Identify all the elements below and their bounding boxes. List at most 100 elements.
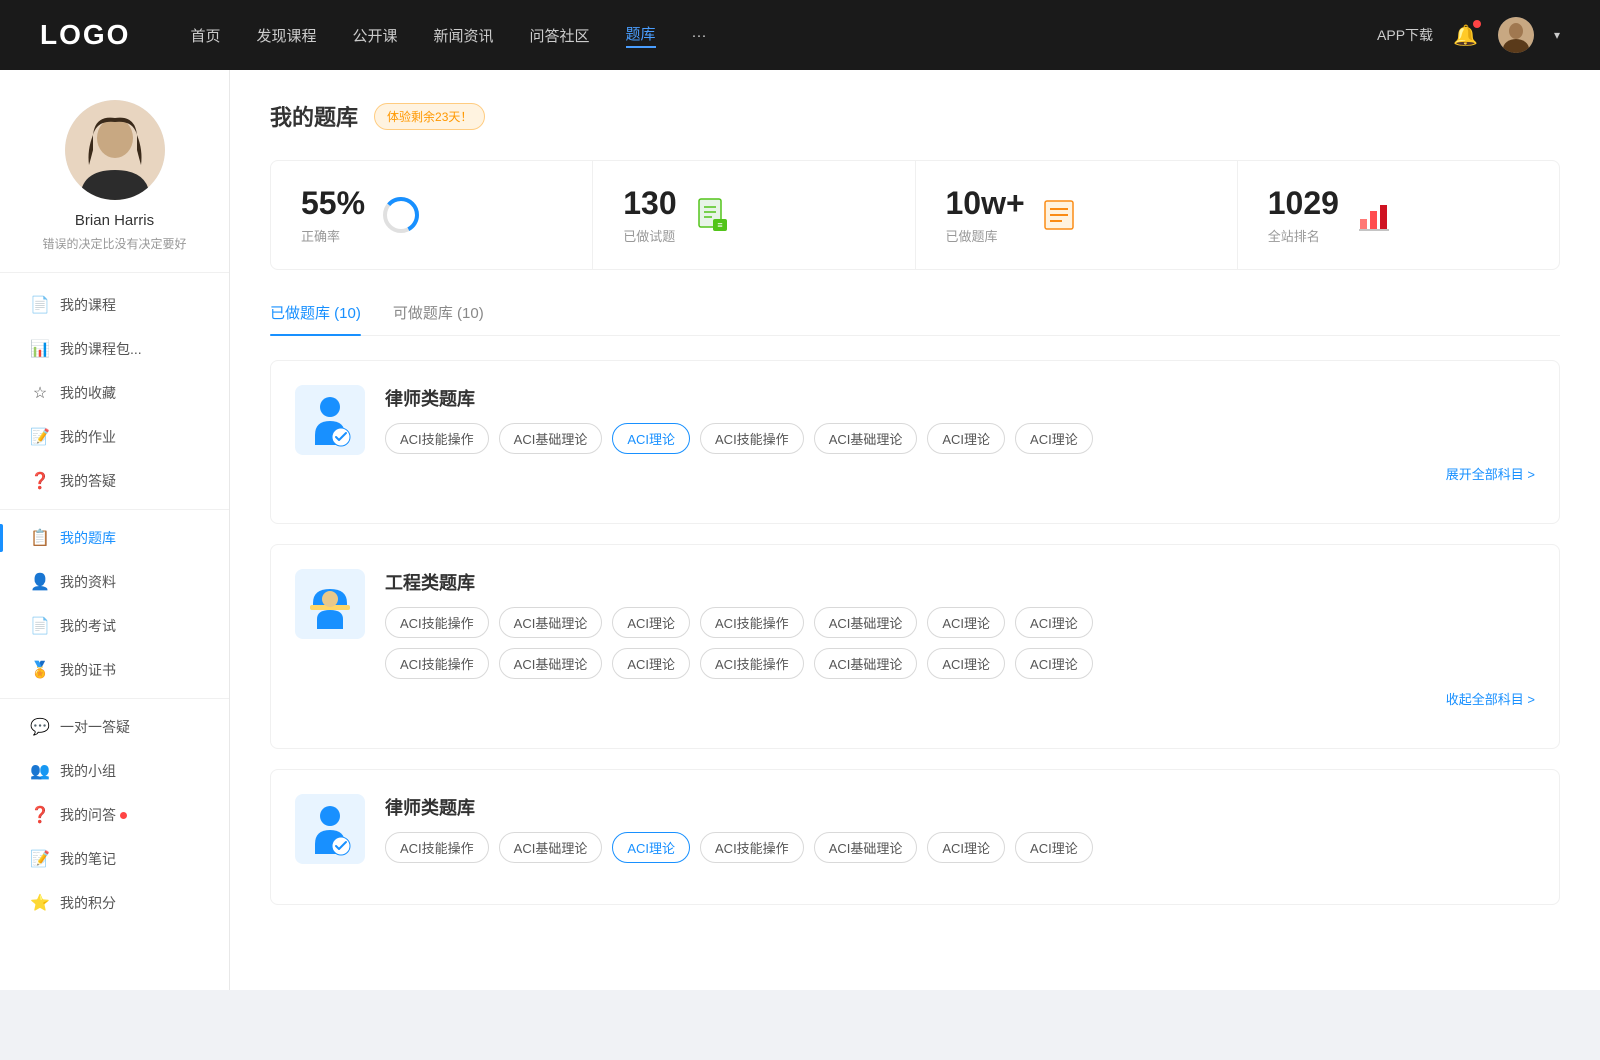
tag-1-3[interactable]: ACI技能操作 xyxy=(700,607,804,638)
exam-icon: 📄 xyxy=(30,616,50,636)
bar-chart-icon xyxy=(1355,195,1395,235)
chevron-down-icon[interactable]: ▾ xyxy=(1554,28,1560,42)
nav-news[interactable]: 新闻资讯 xyxy=(434,25,494,46)
doc-icon: ≡ xyxy=(693,195,733,235)
sidebar-item-favorites[interactable]: ☆ 我的收藏 xyxy=(0,371,229,415)
tag-2-0[interactable]: ACI技能操作 xyxy=(385,832,489,863)
tag-2-5[interactable]: ACI理论 xyxy=(927,832,1005,863)
lawyer-icon-2 xyxy=(295,794,365,864)
tag-0-6[interactable]: ACI理论 xyxy=(1015,423,1093,454)
tag-1-6[interactable]: ACI理论 xyxy=(1015,607,1093,638)
sidebar-item-qbank[interactable]: 📋 我的题库 xyxy=(0,516,229,560)
bell-icon: 🔔 xyxy=(1453,25,1478,47)
navbar: LOGO 首页 发现课程 公开课 新闻资讯 问答社区 题库 ··· APP下载 … xyxy=(0,0,1600,70)
sidebar-item-group[interactable]: 👥 我的小组 xyxy=(0,749,229,793)
qa-icon: ❓ xyxy=(30,471,50,491)
tag-2-1[interactable]: ACI基础理论 xyxy=(499,832,603,863)
tag-0-2[interactable]: ACI理论 xyxy=(612,423,690,454)
qbank-card-1: 工程类题库 ACI技能操作 ACI基础理论 ACI理论 ACI技能操作 ACI基… xyxy=(270,544,1560,749)
sidebar-item-course[interactable]: 📄 我的课程 xyxy=(0,283,229,327)
sidebar-item-cert[interactable]: 🏅 我的证书 xyxy=(0,648,229,692)
tag-2-6[interactable]: ACI理论 xyxy=(1015,832,1093,863)
trial-badge: 体验剩余23天！ xyxy=(374,103,485,130)
qbank-icon: 📋 xyxy=(30,528,50,548)
tag-1-r2-4[interactable]: ACI基础理论 xyxy=(814,648,918,679)
expand-link-0[interactable]: 展开全部科目 > xyxy=(385,464,1535,483)
tabs-row: 已做题库 (10) 可做题库 (10) xyxy=(270,302,1560,336)
qbank-card-0: 律师类题库 ACI技能操作 ACI基础理论 ACI理论 ACI技能操作 ACI基… xyxy=(270,360,1560,524)
tag-1-0[interactable]: ACI技能操作 xyxy=(385,607,489,638)
qbank-card-2-header: 律师类题库 ACI技能操作 ACI基础理论 ACI理论 ACI技能操作 ACI基… xyxy=(295,794,1535,864)
sidebar-item-points[interactable]: ⭐ 我的积分 xyxy=(0,881,229,925)
nav-home[interactable]: 首页 xyxy=(190,25,220,46)
sidebar-item-exam[interactable]: 📄 我的考试 xyxy=(0,604,229,648)
nav-qbank[interactable]: 题库 xyxy=(626,23,656,48)
nav-opencourse[interactable]: 公开课 xyxy=(352,25,397,46)
qbank-tags-0: ACI技能操作 ACI基础理论 ACI理论 ACI技能操作 ACI基础理论 AC… xyxy=(385,423,1535,454)
nav-menu: 首页 发现课程 公开课 新闻资讯 问答社区 题库 ··· xyxy=(190,23,1377,48)
sidebar: Brian Harris 错误的决定比没有决定要好 📄 我的课程 📊 我的课程包… xyxy=(0,70,230,990)
tag-1-r2-0[interactable]: ACI技能操作 xyxy=(385,648,489,679)
profile-icon: 👤 xyxy=(30,572,50,592)
sidebar-item-qa[interactable]: ❓ 我的答疑 xyxy=(0,459,229,503)
engineer-icon-1 xyxy=(295,569,365,639)
profile-avatar[interactable] xyxy=(65,100,165,200)
sidebar-item-notes[interactable]: 📝 我的笔记 xyxy=(0,837,229,881)
tag-1-r2-3[interactable]: ACI技能操作 xyxy=(700,648,804,679)
nav-qa[interactable]: 问答社区 xyxy=(530,25,590,46)
tag-0-0[interactable]: ACI技能操作 xyxy=(385,423,489,454)
sidebar-item-profile[interactable]: 👤 我的资料 xyxy=(0,560,229,604)
stat-accuracy-label: 正确率 xyxy=(301,226,365,245)
tag-2-3[interactable]: ACI技能操作 xyxy=(700,832,804,863)
tag-0-3[interactable]: ACI技能操作 xyxy=(700,423,804,454)
nav-discover[interactable]: 发现课程 xyxy=(256,25,316,46)
tag-0-5[interactable]: ACI理论 xyxy=(927,423,1005,454)
stat-done-banks: 10w+ 已做题库 xyxy=(916,161,1238,269)
package-icon: 📊 xyxy=(30,339,50,359)
tag-1-r2-6[interactable]: ACI理论 xyxy=(1015,648,1093,679)
qbank-card-1-header: 工程类题库 ACI技能操作 ACI基础理论 ACI理论 ACI技能操作 ACI基… xyxy=(295,569,1535,708)
notes-icon: 📝 xyxy=(30,849,50,869)
nav-more[interactable]: ··· xyxy=(692,27,707,44)
cert-icon: 🏅 xyxy=(30,660,50,680)
logo[interactable]: LOGO xyxy=(40,19,130,51)
notification-bell[interactable]: 🔔 xyxy=(1453,23,1478,48)
avatar[interactable] xyxy=(1498,17,1534,53)
tag-1-5[interactable]: ACI理论 xyxy=(927,607,1005,638)
profile-motto: 错误的决定比没有决定要好 xyxy=(42,235,186,252)
divider-1 xyxy=(0,509,229,510)
tag-1-r2-2[interactable]: ACI理论 xyxy=(612,648,690,679)
sidebar-item-homework[interactable]: 📝 我的作业 xyxy=(0,415,229,459)
sidebar-item-package[interactable]: 📊 我的课程包... xyxy=(0,327,229,371)
stat-accuracy-value: 55% xyxy=(301,185,365,222)
myqa-icon: ❓ xyxy=(30,805,50,825)
svg-text:≡: ≡ xyxy=(717,220,722,230)
qbank-title-2: 律师类题库 xyxy=(385,794,1535,820)
stat-accuracy: 55% 正确率 xyxy=(271,161,593,269)
stat-ranking-value: 1029 xyxy=(1268,185,1339,222)
qbank-card-2: 律师类题库 ACI技能操作 ACI基础理论 ACI理论 ACI技能操作 ACI基… xyxy=(270,769,1560,905)
tag-2-4[interactable]: ACI基础理论 xyxy=(814,832,918,863)
pie-chart-icon xyxy=(381,195,421,235)
tab-done-banks[interactable]: 已做题库 (10) xyxy=(270,302,361,335)
tag-1-4[interactable]: ACI基础理论 xyxy=(814,607,918,638)
tag-1-r2-5[interactable]: ACI理论 xyxy=(927,648,1005,679)
stat-done-banks-value: 10w+ xyxy=(946,185,1025,222)
tag-1-1[interactable]: ACI基础理论 xyxy=(499,607,603,638)
course-icon: 📄 xyxy=(30,295,50,315)
tag-2-2[interactable]: ACI理论 xyxy=(612,832,690,863)
tag-1-2[interactable]: ACI理论 xyxy=(612,607,690,638)
tag-0-4[interactable]: ACI基础理论 xyxy=(814,423,918,454)
app-download-button[interactable]: APP下载 xyxy=(1377,25,1433,45)
sidebar-item-myqa[interactable]: ❓ 我的问答 xyxy=(0,793,229,837)
divider-2 xyxy=(0,698,229,699)
page-title: 我的题库 xyxy=(270,100,358,132)
tag-1-r2-1[interactable]: ACI基础理论 xyxy=(499,648,603,679)
navbar-right: APP下载 🔔 ▾ xyxy=(1377,17,1560,53)
collapse-link-1[interactable]: 收起全部科目 > xyxy=(385,689,1535,708)
sidebar-item-1on1[interactable]: 💬 一对一答疑 xyxy=(0,705,229,749)
tab-available-banks[interactable]: 可做题库 (10) xyxy=(393,302,484,335)
content-area: 我的题库 体验剩余23天！ 55% 正确率 130 xyxy=(230,70,1600,990)
myqa-dot xyxy=(120,812,127,819)
tag-0-1[interactable]: ACI基础理论 xyxy=(499,423,603,454)
